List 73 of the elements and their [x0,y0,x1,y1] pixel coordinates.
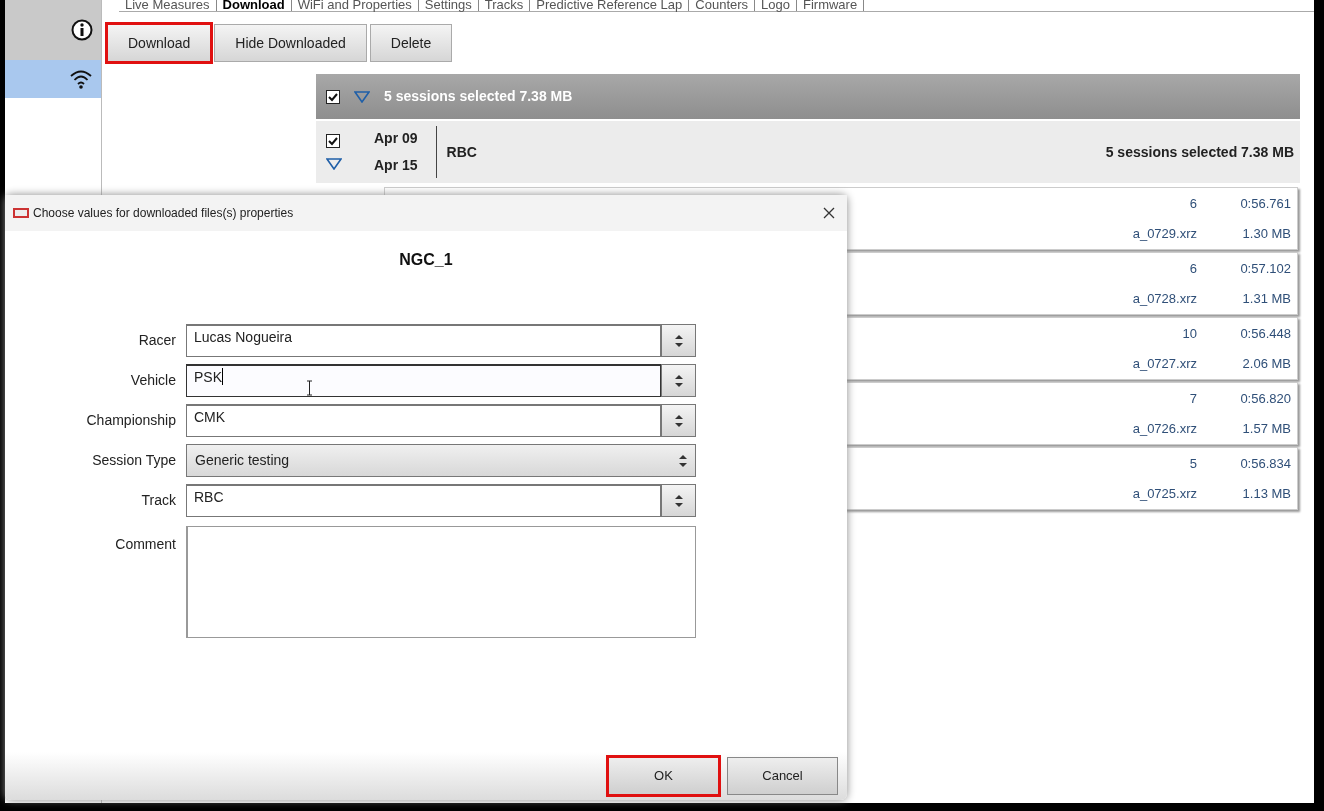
tab[interactable]: Logo [755,0,797,11]
sidebar-item[interactable] [5,60,101,98]
file-size: 1.31 MB [1241,290,1291,308]
date-to: Apr 15 [374,156,418,175]
field-label: Racer [137,331,177,350]
dropdown-field[interactable]: Generic testing [186,444,696,477]
tab[interactable]: Firmware [797,0,865,11]
spinner-arrows-icon [679,454,687,467]
file-name: a_0726.xrz [1132,420,1197,438]
text-caret [222,368,223,385]
field-label: Session Type [91,451,177,470]
checkbox[interactable] [326,89,340,104]
best-lap-time: 0:56.834 [1239,454,1291,473]
date-from: Apr 09 [374,129,418,148]
track-name: RBC [446,142,477,162]
spinner-button[interactable] [661,484,696,517]
collapse-triangle-icon[interactable] [326,158,342,170]
spinner-arrows-icon [674,374,683,387]
close-icon[interactable] [823,207,835,219]
combo-input-field[interactable]: PSK [186,364,661,397]
combo-input-field[interactable]: Lucas Nogueira [186,324,661,357]
file-size: 1.30 MB [1241,225,1291,243]
file-name: a_0727.xrz [1132,355,1197,373]
sessions-summary: 5 sessions selected 7.38 MB [384,87,573,106]
toolbar-button[interactable]: Delete [369,24,453,62]
lap-count: 10 [1182,324,1197,343]
sidebar-item[interactable] [5,0,101,60]
best-lap-time: 0:56.820 [1239,389,1291,408]
wifi-icon [69,68,93,90]
lap-count: 6 [1189,259,1197,278]
app-icon [13,208,29,218]
spinner-button[interactable] [661,404,696,437]
lap-count: 6 [1189,194,1197,213]
tab[interactable]: Live Measures [119,0,217,11]
file-size: 1.57 MB [1241,420,1291,438]
file-size: 2.06 MB [1241,355,1291,373]
file-name: a_0729.xrz [1132,225,1197,243]
lap-count: 5 [1189,454,1197,473]
file-size: 1.13 MB [1241,485,1291,503]
toolbar-button[interactable]: Hide Downloaded [214,24,367,62]
toolbar-button[interactable]: Download [107,24,212,62]
tab[interactable]: Predictive Reference Lap [530,0,690,11]
spinner-button[interactable] [661,324,696,357]
dialog-heading: NGC_1 [399,250,453,270]
field-label: Comment [114,535,177,554]
file-name: a_0725.xrz [1132,485,1197,503]
field-label: Track [140,491,177,510]
combo-input-field[interactable]: RBC [186,484,661,517]
spinner-arrows-icon [674,414,683,427]
spinner-arrows-icon [674,334,683,347]
info-icon [71,19,93,41]
dialog-title: Choose values for downloaded files(s) properties [33,205,294,222]
tab[interactable]: Settings [418,0,479,11]
checkbox[interactable] [326,134,340,148]
field-label: Championship [85,411,177,430]
best-lap-time: 0:57.102 [1239,259,1291,278]
group-summary: 5 sessions selected 7.38 MB [1105,142,1294,162]
tab[interactable]: WiFi and Properties [291,0,419,11]
tab[interactable]: Tracks [478,0,531,11]
tab[interactable]: Counters [689,0,756,11]
best-lap-time: 0:56.448 [1239,324,1291,343]
field-label: Vehicle [129,371,177,390]
dialog-button[interactable]: OK [608,757,719,795]
lap-count: 7 [1189,389,1197,408]
best-lap-time: 0:56.761 [1239,194,1291,213]
spinner-arrows-icon [674,494,683,507]
spinner-button[interactable] [661,364,696,397]
session-group-row[interactable]: Apr 09 Apr 15 RBC 5 sessions selected 7.38 MB [316,121,1300,183]
combo-input-field[interactable]: CMK [186,404,661,437]
dialog-button[interactable]: Cancel [727,757,838,795]
text-cursor-icon [306,380,313,396]
comment-field[interactable] [186,526,696,638]
file-name: a_0728.xrz [1132,290,1197,308]
